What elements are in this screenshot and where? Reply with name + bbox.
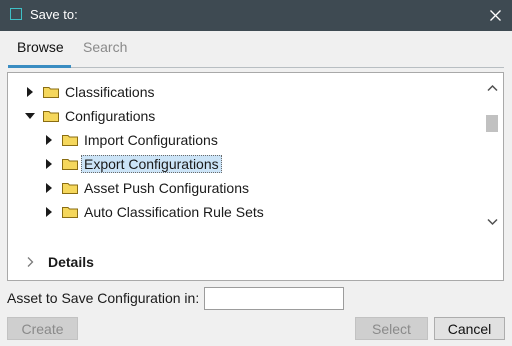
scroll-down-icon[interactable] — [487, 218, 498, 226]
tab-divider — [71, 67, 504, 68]
tree-item-label: Import Configurations — [84, 132, 218, 148]
folder-icon — [62, 207, 78, 218]
create-button[interactable]: Create — [7, 317, 78, 340]
folder-icon — [43, 111, 59, 122]
tree-item-label: Export Configurations — [81, 155, 222, 173]
expand-arrow-icon[interactable] — [43, 134, 55, 146]
title-bar: Save to: — [0, 0, 512, 31]
select-button[interactable]: Select — [355, 317, 428, 340]
window-title: Save to: — [30, 7, 78, 22]
tree-item-label: Auto Classification Rule Sets — [84, 204, 264, 220]
chevron-right-icon — [27, 257, 34, 267]
folder-tree-panel: Classifications Configurations Import Co… — [7, 72, 504, 281]
tab-bar: Browse Search — [0, 31, 512, 68]
tab-search[interactable]: Search — [83, 39, 127, 55]
scrollbar-thumb[interactable] — [486, 115, 498, 132]
expand-arrow-icon[interactable] — [43, 158, 55, 170]
asset-input[interactable] — [204, 287, 344, 310]
tree-item-label: Configurations — [65, 108, 156, 124]
expand-arrow-icon[interactable] — [43, 206, 55, 218]
details-label: Details — [48, 254, 94, 270]
tree-item-import-configurations[interactable]: Import Configurations — [43, 129, 221, 151]
asset-field-label: Asset to Save Configuration in: — [7, 290, 200, 306]
tab-browse[interactable]: Browse — [17, 39, 64, 55]
tree-item-auto-classification-rule-sets[interactable]: Auto Classification Rule Sets — [43, 201, 267, 223]
folder-icon — [62, 183, 78, 194]
details-expander[interactable]: Details — [24, 251, 94, 273]
tree-item-label: Asset Push Configurations — [84, 180, 249, 196]
folder-icon — [62, 159, 78, 170]
tree-item-asset-push-configurations[interactable]: Asset Push Configurations — [43, 177, 252, 199]
folder-icon — [43, 87, 59, 98]
close-icon — [490, 10, 501, 21]
tree-item-classifications[interactable]: Classifications — [24, 81, 157, 103]
close-button[interactable] — [478, 0, 512, 31]
tree-scrollbar[interactable] — [483, 74, 502, 230]
scroll-up-icon[interactable] — [487, 84, 498, 92]
window-icon — [10, 8, 22, 20]
tree-item-label: Classifications — [65, 84, 155, 100]
expand-arrow-icon[interactable] — [43, 182, 55, 194]
active-tab-indicator — [8, 65, 71, 68]
collapse-arrow-icon[interactable] — [24, 110, 36, 122]
tree-item-export-configurations[interactable]: Export Configurations — [43, 153, 222, 175]
expand-arrow-icon[interactable] — [24, 86, 36, 98]
cancel-button[interactable]: Cancel — [434, 317, 505, 340]
folder-icon — [62, 135, 78, 146]
tree-item-configurations[interactable]: Configurations — [24, 105, 158, 127]
